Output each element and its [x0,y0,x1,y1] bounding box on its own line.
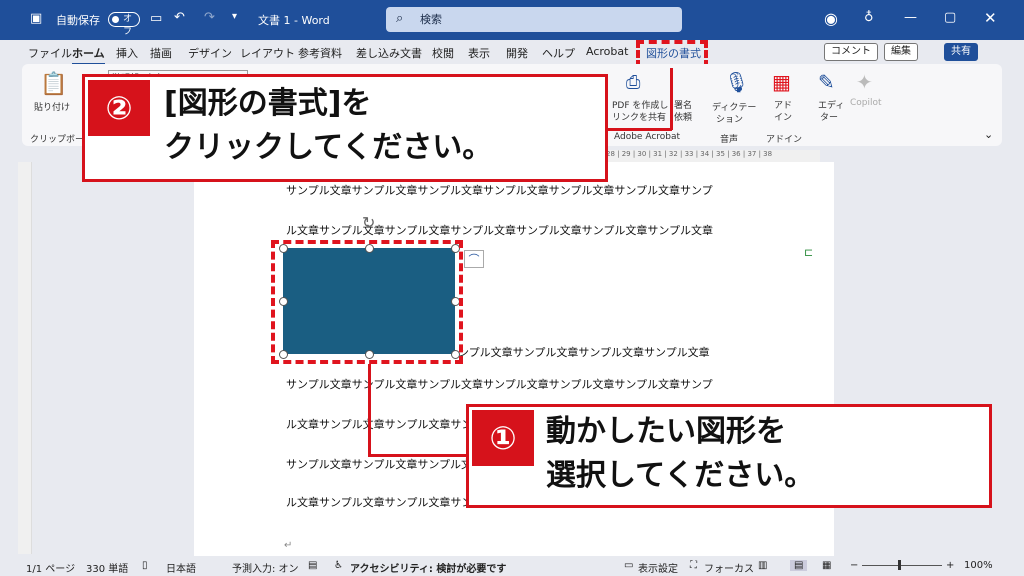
tab-layout[interactable]: レイアウト [240,45,295,61]
zoom-in-icon[interactable]: + [946,560,954,571]
rotate-handle-icon[interactable]: ↻ [362,213,375,232]
tab-draw[interactable]: 描画 [150,45,172,61]
ruler-numbers: 28 | 29 | 30 | 31 | 32 | 33 | 34 | 35 | … [606,150,773,158]
title-bar: ▣ 自動保存 オフ ▭ ↶ ↷ ▾ 文書 1 - Word 検索 ⌕ ◉ ♁ —… [0,0,1024,40]
callout-1-line2: 選択してください。 [546,458,815,493]
zoom-slider[interactable] [862,565,942,566]
editor-label2: ター [820,113,839,123]
autosave-label: 自動保存 [56,14,100,27]
accessibility-icon: ♿ [334,560,343,571]
voice-group: 音声 [720,135,739,145]
web-layout-icon[interactable]: ▦ [822,560,831,571]
tab-mailings[interactable]: 差し込み文書 [356,45,422,61]
paste-icon[interactable]: 📋 [40,72,67,97]
display-settings[interactable]: 表示設定 [638,560,678,575]
pdf-icon: ⎙ [626,72,641,93]
read-mode-icon[interactable]: ▥ [758,560,767,571]
collapse-ribbon-icon[interactable]: ⌄ [984,128,993,141]
share-button[interactable]: 共有 [944,43,978,61]
tab-insert[interactable]: 挿入 [116,45,138,61]
redo-icon[interactable]: ↷ [204,10,215,25]
sign-label2: 依頼 [674,113,693,123]
search-input[interactable]: 検索 [386,7,682,32]
page-count[interactable]: 1/1 ページ [26,560,75,575]
display-settings-icon: ▭ [624,560,634,571]
focus-mode[interactable]: フォーカス [704,560,754,575]
shape-highlight [271,240,463,364]
callout-2-line1: [図形の書式]を [164,86,372,121]
accessibility-status[interactable]: アクセシビリティ: 検討が必要です [350,560,506,575]
layout-options-icon[interactable]: ⌒ [464,250,484,268]
account-icon[interactable]: ◉ [824,9,838,28]
doc-line: ンプル文章サンプル文章サンプル文章サンプル文章 [458,346,710,359]
paragraph-mark-icon: ↵ [284,540,293,551]
tab-file[interactable]: ファイル [28,45,72,61]
zoom-level[interactable]: 100% [964,560,993,571]
tab-references[interactable]: 参考資料 [298,45,342,61]
lightbulb-icon[interactable]: ♁ [864,10,874,25]
step-2-badge: ② [88,80,150,136]
minimize-icon[interactable]: — [904,10,917,25]
tab-design[interactable]: デザイン [188,45,232,61]
tab-home[interactable]: ホーム [72,45,105,65]
word-icon[interactable]: ▣ [30,11,42,26]
callout-1-line1: 動かしたい図形を [546,414,786,449]
addin-group: アドイン [766,135,803,145]
focus-icon: ⛶ [690,560,697,571]
pdf-share-label2: リンクを共有 [612,113,667,123]
edit-mode-button[interactable]: 編集 [884,43,918,61]
zoom-out-icon[interactable]: − [850,560,858,571]
status-bar: 1/1 ページ 330 単語 ▯ 日本語 予測入力: オン ▤ ♿ アクセシビリ… [0,556,1024,576]
doc-line: ル文章サンプル文章サンプル文章サンプル文章サンプル文章サンプル文章サンプル文章 [286,224,714,237]
microphone-icon[interactable]: 🎙 [724,70,749,94]
addin-icon[interactable]: ▦ [772,70,791,94]
undo-icon[interactable]: ↶ [174,10,185,25]
addin-label2: イン [774,113,793,123]
tab-review[interactable]: 校閲 [432,45,454,61]
copilot-button[interactable]: Copilot [850,98,882,108]
maximize-icon[interactable]: ▢ [944,10,956,25]
tab-help[interactable]: ヘルプ [542,45,575,61]
search-icon: ⌕ [396,11,404,26]
callout-2-line2: クリックしてください。 [164,130,493,165]
doc-title: 文書 1 - Word [258,14,330,27]
print-layout-icon[interactable]: ▤ [790,560,808,571]
calendar-icon[interactable]: ▤ [308,560,317,571]
language[interactable]: 日本語 [166,560,196,575]
adobe-group: Adobe Acrobat [614,132,681,142]
comment-marker-icon[interactable]: ⊏ [804,246,813,259]
comment-button[interactable]: コメント [824,43,878,61]
save-icon[interactable]: ▭ [150,11,162,26]
editor-icon[interactable]: ✎ [818,70,835,94]
paste-button[interactable]: 貼り付け [34,100,70,113]
step-1-badge: ① [472,410,534,466]
connector-line [368,454,468,457]
connector-line [670,68,673,130]
word-count[interactable]: 330 単語 [86,560,128,575]
autosave-toggle[interactable]: オフ [108,12,140,37]
tab-acrobat[interactable]: Acrobat [586,45,628,58]
zoom-slider-thumb[interactable] [898,560,901,570]
copilot-icon[interactable]: ✦ [856,70,873,94]
doc-line: サンプル文章サンプル文章サンプル文章サンプル文章サンプル文章サンプル文章サンプ [286,378,713,391]
customize-icon[interactable]: ▾ [232,11,237,22]
predictive-input[interactable]: 予測入力: オン [232,560,299,575]
vertical-ruler [18,162,32,554]
proofing-icon[interactable]: ▯ [142,560,148,571]
ribbon-tabs: ファイル ホーム 挿入 描画 デザイン レイアウト 参考資料 差し込み文書 校閲… [0,40,1024,65]
doc-line: サンプル文章サンプル文章サンプル文章サンプル文章サンプル文章サンプル文章サンプ [286,184,713,197]
tab-view[interactable]: 表示 [468,45,490,61]
tab-developer[interactable]: 開発 [506,45,528,61]
dictate-label2: ション [716,115,744,125]
connector-line [368,364,371,456]
connector-line [606,128,672,131]
close-icon[interactable]: ✕ [984,9,997,27]
